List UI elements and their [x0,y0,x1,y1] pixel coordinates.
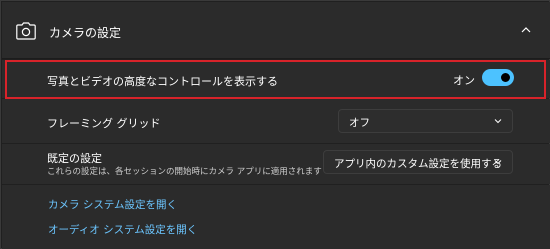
advanced-controls-label: 写真とビデオの高度なコントロールを表示する [47,75,278,88]
toggle-state-text: オン [453,74,475,87]
chevron-down-icon [494,160,502,165]
default-settings-value: アプリ内のカスタム設定を使用する [334,158,502,170]
framing-grid-dropdown[interactable]: オフ [338,109,513,133]
default-settings-dropdown[interactable]: アプリ内のカスタム設定を使用する [323,150,513,174]
page-title: カメラの設定 [49,26,122,40]
framing-grid-value: オフ [349,117,370,129]
advanced-controls-toggle[interactable] [482,69,514,86]
default-settings-description: これらの設定は、各セッションの開始時にカメラ アプリに適用されます [47,167,322,177]
chevron-down-icon [494,119,502,124]
camera-settings-window: カメラの設定 写真とビデオの高度なコントロールを表示する オン フレーミング グ… [0,0,550,249]
camera-icon [16,22,36,40]
toggle-knob [501,73,510,82]
open-audio-system-settings-link[interactable]: オーディオ システム設定を開く [48,222,197,237]
default-settings-label: 既定の設定 [47,152,102,165]
open-camera-system-settings-link[interactable]: カメラ システム設定を開く [48,197,177,212]
links-section: カメラ システム設定を開く オーディオ システム設定を開く [2,185,550,249]
chevron-up-icon[interactable] [520,25,532,35]
framing-grid-label: フレーミング グリッド [47,117,161,130]
camera-settings-header[interactable]: カメラの設定 [2,2,550,59]
